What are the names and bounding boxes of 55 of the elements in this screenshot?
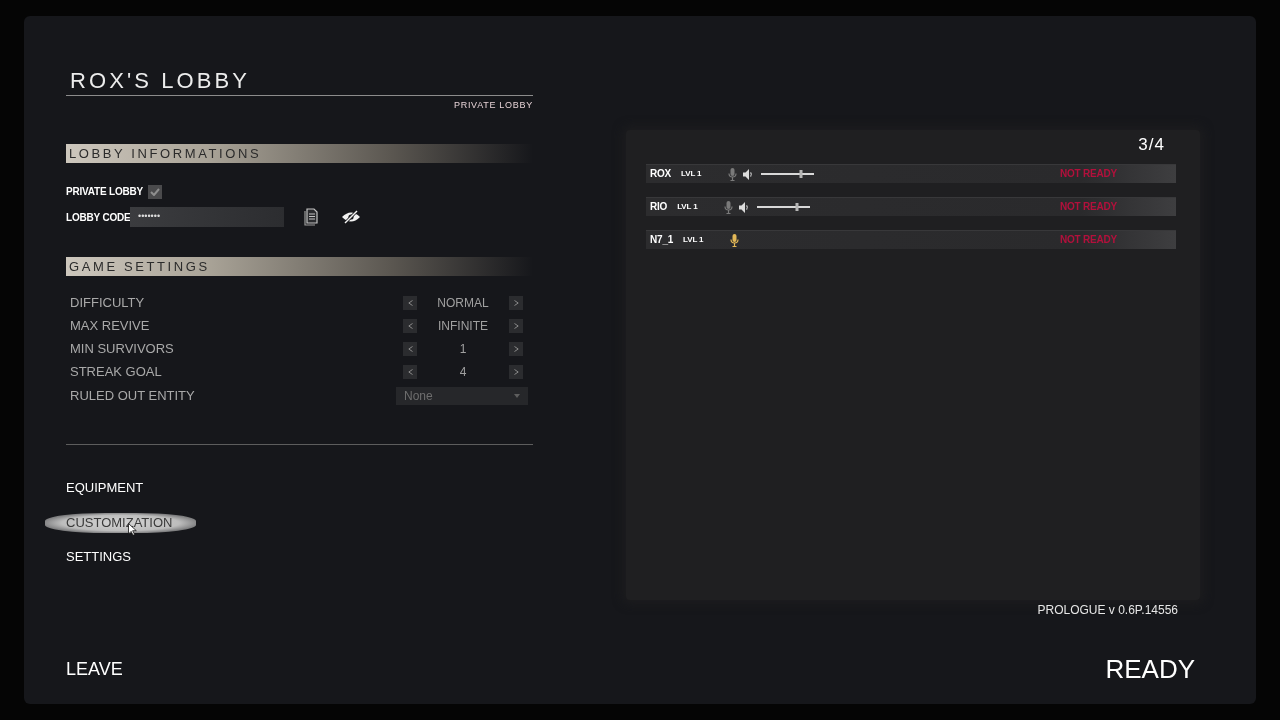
increase-button[interactable] xyxy=(509,318,523,333)
setting-label: MAX REVIVE xyxy=(70,316,150,335)
eye-slash-icon[interactable] xyxy=(341,210,361,224)
decrease-button[interactable] xyxy=(403,341,417,356)
decrease-button[interactable] xyxy=(403,364,417,379)
setting-value: 1 xyxy=(458,340,468,358)
chevron-right-icon xyxy=(513,322,519,329)
chevron-right-icon xyxy=(513,368,519,375)
player-status: NOT READY xyxy=(1059,234,1117,246)
chevron-left-icon xyxy=(407,299,413,306)
chevron-left-icon xyxy=(407,322,413,329)
speaker-icon[interactable] xyxy=(739,201,750,213)
menu-item[interactable]: SETTINGS xyxy=(66,547,131,567)
slider-thumb[interactable] xyxy=(795,203,799,211)
increase-button[interactable] xyxy=(509,341,523,356)
setting-label: DIFFICULTY xyxy=(70,293,145,312)
private-lobby-label: PRIVATE LOBBY xyxy=(66,185,144,198)
player-level: LVL 1 xyxy=(677,202,698,212)
slider-thumb[interactable] xyxy=(799,170,803,178)
player-level: LVL 1 xyxy=(681,169,702,179)
leave-button[interactable]: LEAVE xyxy=(66,658,123,680)
setting-value: INFINITE xyxy=(437,317,489,335)
increase-button[interactable] xyxy=(509,295,523,310)
decrease-button[interactable] xyxy=(403,295,417,310)
player-status: NOT READY xyxy=(1059,168,1117,180)
speaker-icon[interactable] xyxy=(743,168,754,180)
player-name: N7_1 xyxy=(650,234,674,246)
chevron-right-icon xyxy=(513,299,519,306)
version-label: PROLOGUE v 0.6P.14556 xyxy=(1037,603,1178,617)
caret-icon xyxy=(514,393,520,398)
checkbox[interactable] xyxy=(148,184,163,199)
increase-button[interactable] xyxy=(509,364,523,379)
lobby-code-field[interactable]: ••••••• xyxy=(130,207,284,227)
lobby-title: ROX'S LOBBY xyxy=(69,68,251,94)
decrease-button[interactable] xyxy=(403,318,417,333)
chevron-right-icon xyxy=(513,345,519,352)
setting-label: MIN SURVIVORS xyxy=(70,339,174,358)
lobby-code-label: LOBBY CODE xyxy=(66,210,130,224)
setting-label: RULED OUT ENTITY xyxy=(70,386,195,405)
chevron-left-icon xyxy=(407,345,413,352)
lobby-privacy-label: PRIVATE LOBBY xyxy=(453,100,533,111)
ready-button[interactable]: READY xyxy=(1105,654,1195,684)
menu-item[interactable]: EQUIPMENT xyxy=(66,478,144,498)
player-name: ROX xyxy=(650,168,672,180)
player-level: LVL 1 xyxy=(683,235,704,245)
setting-value: 4 xyxy=(458,363,468,381)
setting-label: STREAK GOAL xyxy=(70,362,162,381)
checkmark-icon xyxy=(150,187,161,196)
player-count: 3/4 xyxy=(1138,135,1165,155)
player-name: RIO xyxy=(650,201,668,213)
setting-value: NORMAL xyxy=(436,294,490,312)
copy-document-icon[interactable] xyxy=(304,208,318,226)
menu-item[interactable]: CUSTOMIZATION xyxy=(45,512,197,533)
chevron-left-icon xyxy=(407,368,413,375)
player-status: NOT READY xyxy=(1059,201,1117,213)
